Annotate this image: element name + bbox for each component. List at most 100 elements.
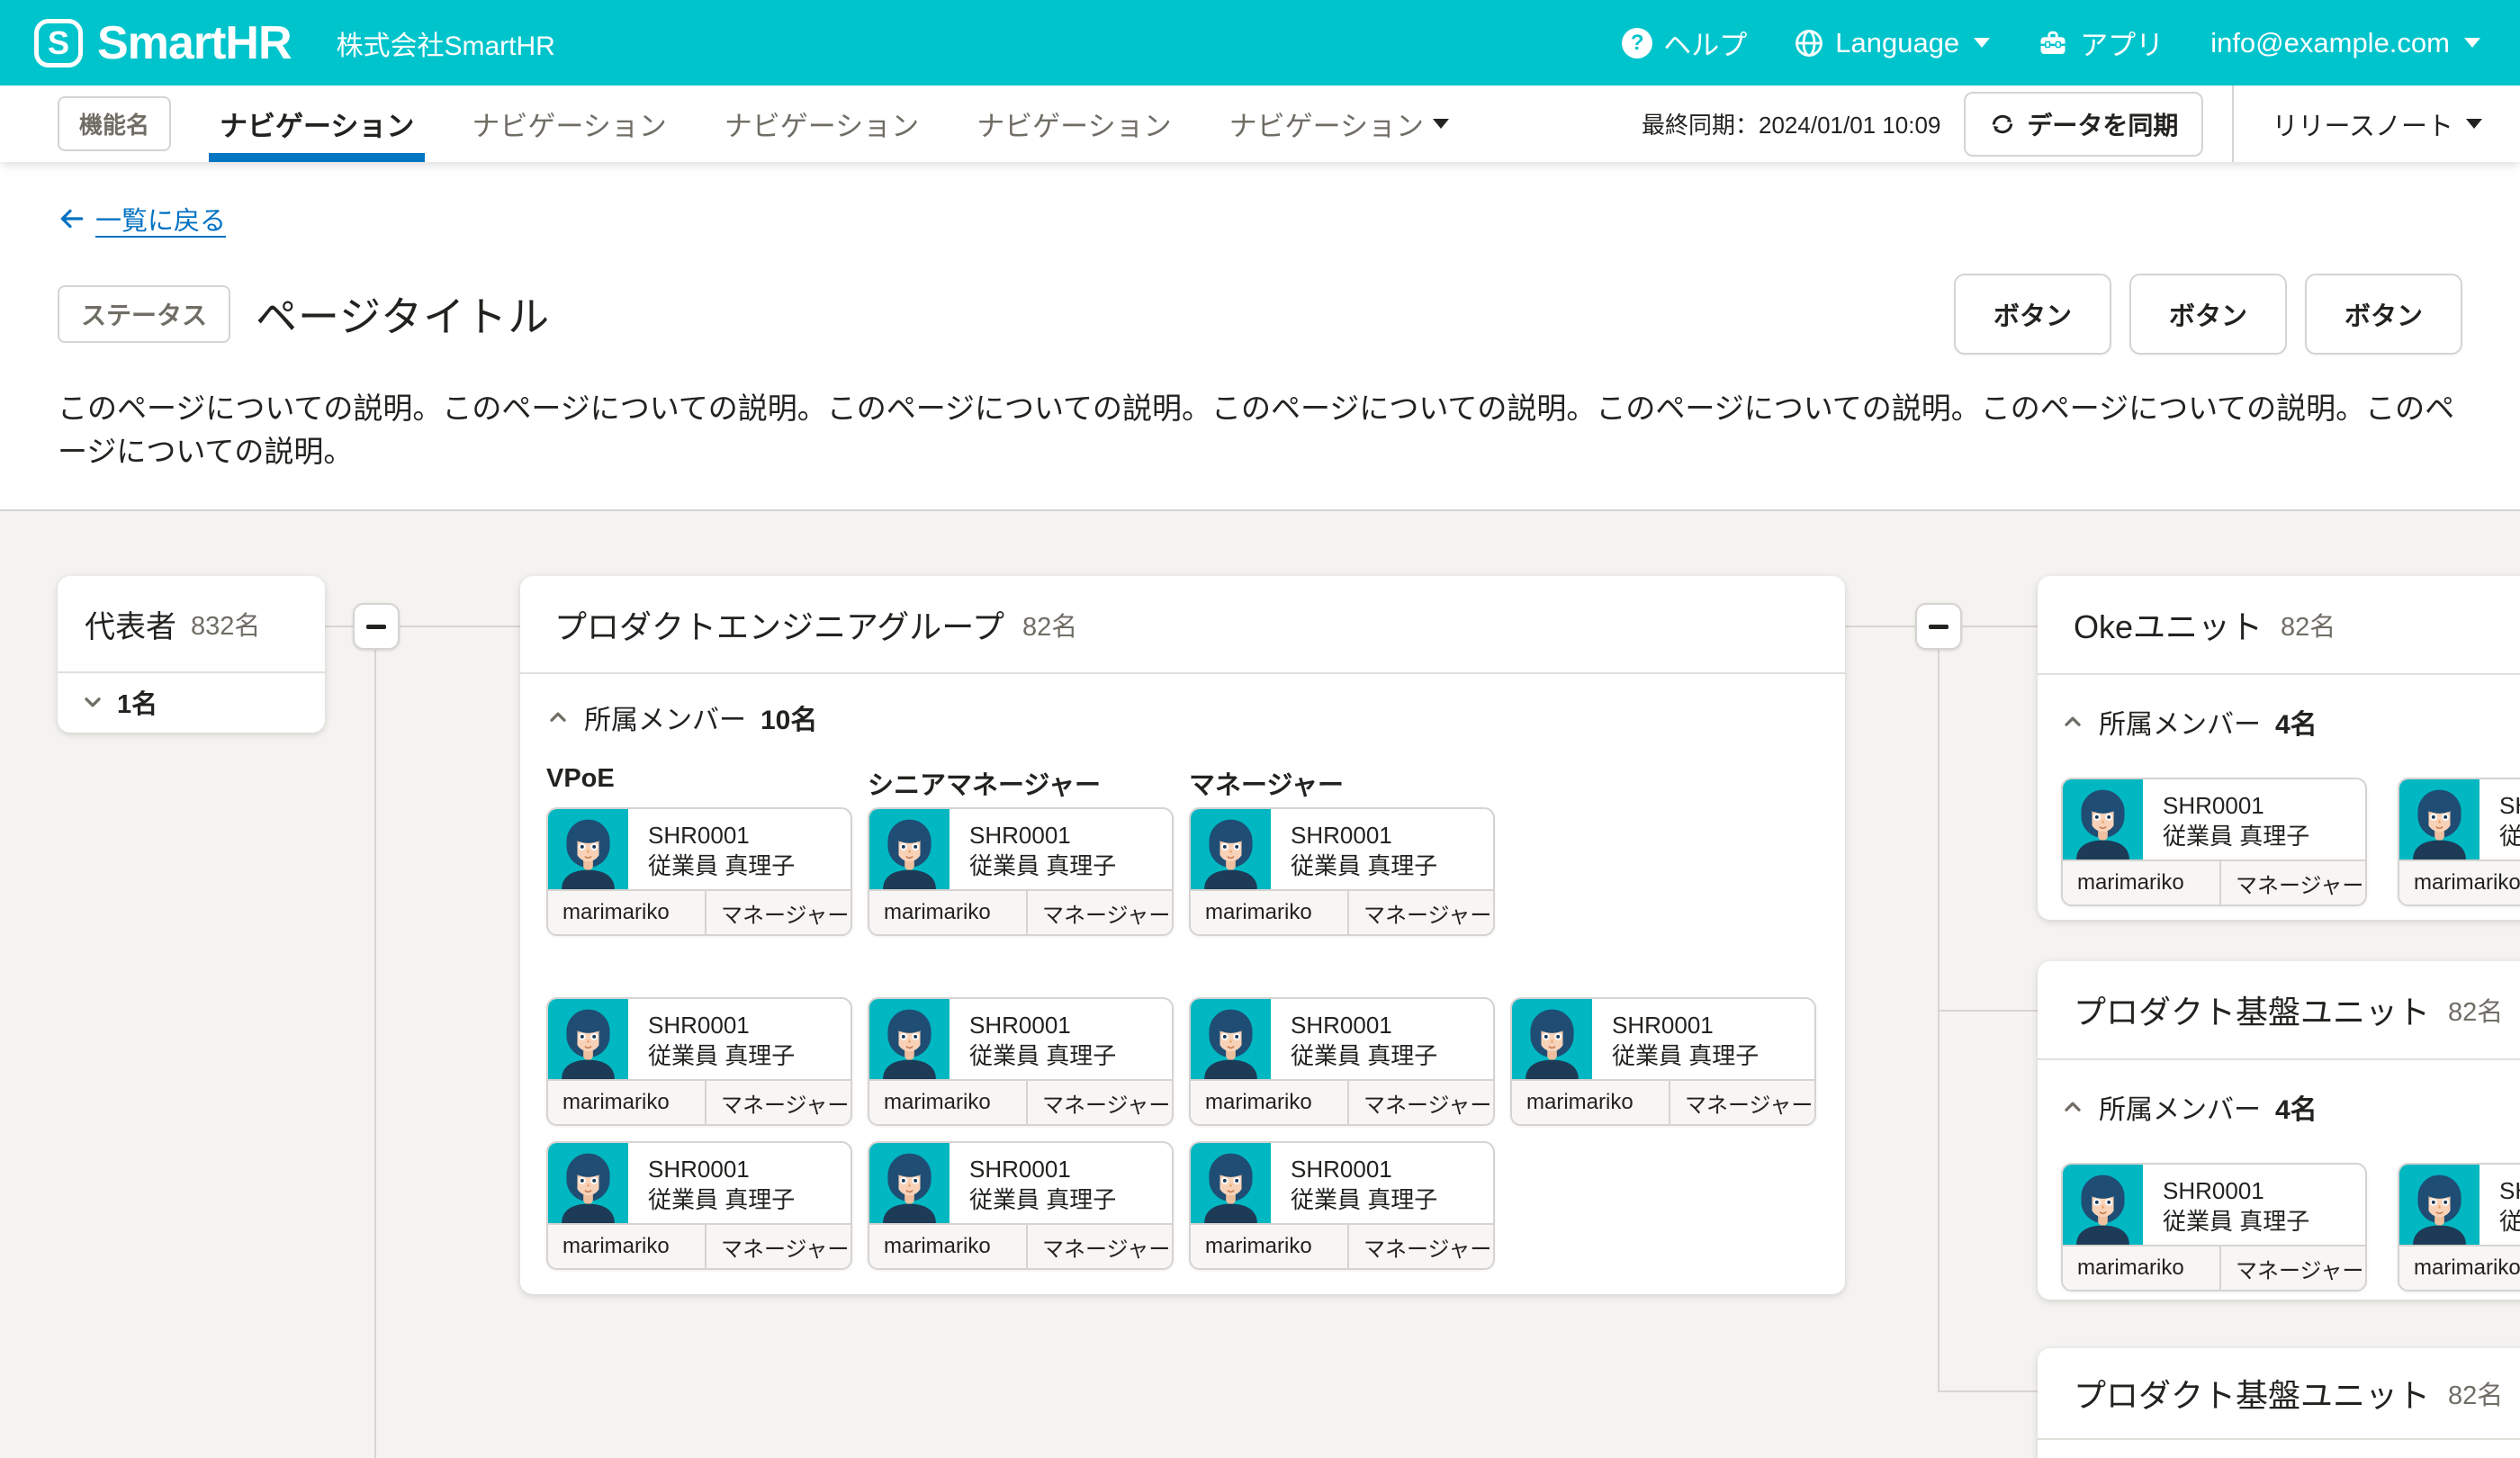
- org-node-title: プロダクト基盤ユニット: [2074, 986, 2430, 1033]
- employee-id: SHR0001: [2499, 790, 2520, 821]
- employee-name: 従業員 真理子: [1291, 850, 1437, 881]
- org-node-body: 所属メンバー 4名: [2038, 675, 2520, 906]
- employee-avatar: [548, 999, 628, 1079]
- org-node-body: 所属メンバー 4名: [2038, 1060, 2520, 1292]
- members-toggle[interactable]: 所属メンバー 10名: [546, 698, 1819, 737]
- employee-avatar: [2399, 779, 2480, 860]
- chevron-down-icon: [2466, 119, 2482, 129]
- page-action-button-3[interactable]: ボタン: [2305, 274, 2462, 355]
- employee-text: SHR0001 従業員 真理子: [628, 999, 795, 1079]
- employee-id: SHR0001: [648, 1154, 795, 1184]
- org-node-root[interactable]: 代表者 832名 1名: [58, 576, 325, 733]
- smarthr-app-window: S SmartHR 株式会社SmartHR ? ヘルプ Language: [0, 0, 2520, 1458]
- apps-menu[interactable]: アプリ: [2037, 22, 2164, 63]
- members-toggle[interactable]: 所属メンバー 4名: [2061, 702, 2520, 742]
- employee-username: marimariko: [2063, 1246, 2221, 1290]
- employee-card[interactable]: SHR0001 従業員 真理子 marimariko マネージャー: [2398, 778, 2520, 906]
- employee-card-top: SHR0001 従業員 真理子: [2063, 1165, 2365, 1245]
- help-label: ヘルプ: [1663, 22, 1747, 63]
- employee-text: SHR0001 従業員 真理子: [628, 809, 795, 889]
- back-to-list-link[interactable]: 一覧に戻る: [58, 200, 226, 238]
- employee-text: SHR0001 従業員 真理子: [628, 1143, 795, 1223]
- employee-id: SHR0001: [1291, 1154, 1437, 1184]
- minus-icon: [366, 625, 386, 629]
- employee-id: SHR0001: [1291, 1010, 1437, 1040]
- language-menu[interactable]: Language: [1794, 27, 1990, 59]
- title-row: ステータス ページタイトル ボタン ボタン ボタン: [58, 274, 2462, 355]
- help-menu[interactable]: ? ヘルプ: [1622, 22, 1747, 63]
- smarthr-logo[interactable]: S SmartHR: [34, 16, 292, 70]
- employee-card-footer: marimariko マネージャー: [1512, 1079, 1814, 1124]
- page-action-button-1[interactable]: ボタン: [1954, 274, 2111, 355]
- global-header: S SmartHR 株式会社SmartHR ? ヘルプ Language: [0, 0, 2520, 86]
- employee-name: 従業員 真理子: [969, 1040, 1116, 1071]
- nav-tab-3[interactable]: ナビゲーション: [714, 86, 930, 162]
- employee-role: マネージャー: [1670, 1081, 1814, 1124]
- employee-card[interactable]: SHR0001 従業員 真理子 marimariko マネージャー: [546, 1141, 852, 1270]
- page-action-button-2[interactable]: ボタン: [2129, 274, 2287, 355]
- org-node-count: 832名: [191, 605, 260, 643]
- employee-text: SHR0001 従業員 真理子: [2143, 1165, 2309, 1245]
- employee-card[interactable]: SHR0001 従業員 真理子 marimariko マネージャー: [1189, 807, 1495, 936]
- role-column: VPoE SHR0001 従: [546, 764, 852, 936]
- employee-card[interactable]: SHR0001 従業員 真理子 marimariko マネージャー: [868, 1141, 1174, 1270]
- employee-role: マネージャー: [706, 1225, 850, 1268]
- employee-card[interactable]: SHR0001 従業員 真理子 marimariko マネージャー: [2061, 778, 2367, 906]
- employee-card-footer: marimariko マネージャー: [548, 889, 850, 934]
- org-node-title-row: プロダクト基盤ユニット 82名: [2038, 1348, 2520, 1440]
- employee-avatar: [1191, 809, 1271, 889]
- sync-data-button[interactable]: データを同期: [1964, 92, 2203, 157]
- employee-name: 従業員 真理子: [969, 1184, 1116, 1215]
- nav-tab-5[interactable]: ナビゲーション: [1219, 86, 1460, 162]
- org-node-title: Okeユニット: [2074, 601, 2263, 648]
- employee-id: SHR0001: [648, 820, 795, 850]
- nav-tab-4[interactable]: ナビゲーション: [966, 86, 1182, 162]
- brand-name: SmartHR: [97, 16, 292, 70]
- members-count: 4名: [2275, 1087, 2318, 1127]
- employee-card[interactable]: SHR0001 従業員 真理子 marimariko マネージャー: [1510, 997, 1816, 1126]
- employee-card[interactable]: SHR0001 従業員 真理子 marimariko マネージャー: [2061, 1163, 2367, 1292]
- role-label: シニアマネージャー: [868, 764, 1174, 795]
- release-notes-menu[interactable]: リリースノート: [2234, 105, 2520, 143]
- account-menu[interactable]: info@example.com: [2210, 27, 2480, 59]
- globe-icon: [1794, 28, 1824, 58]
- collapse-node-button[interactable]: [1915, 603, 1962, 650]
- role-label: VPoE: [546, 764, 852, 795]
- employee-card[interactable]: SHR0001 従業員 真理子 marimariko マネージャー: [546, 997, 852, 1126]
- feature-name-badge: 機能名: [58, 96, 171, 151]
- org-node-unit-2[interactable]: プロダクト基盤ユニット 82名 所属メンバー 4名: [2038, 961, 2520, 1300]
- employee-card[interactable]: SHR0001 従業員 真理子 marimariko マネージャー: [2398, 1163, 2520, 1292]
- org-node-title-row: プロダクトエンジニアグループ 82名: [520, 576, 1845, 674]
- employee-name: 従業員 真理子: [1291, 1040, 1437, 1071]
- org-node-group[interactable]: プロダクトエンジニアグループ 82名 所属メンバー 10名 VPoE: [520, 576, 1845, 1294]
- org-node-unit-1[interactable]: Okeユニット 82名 所属メンバー 4名: [2038, 576, 2520, 920]
- members-toggle[interactable]: 所属メンバー 4名: [2061, 1087, 2520, 1127]
- nav-tab-1[interactable]: ナビゲーション: [209, 86, 425, 162]
- page-action-buttons: ボタン ボタン ボタン: [1954, 274, 2462, 355]
- nav-tab-2[interactable]: ナビゲーション: [461, 86, 677, 162]
- nav-right: 最終同期：2024/01/01 10:09 データを同期 リリースノート: [1642, 86, 2520, 162]
- employee-role: マネージャー: [1028, 1225, 1172, 1268]
- org-node-unit-3[interactable]: プロダクト基盤ユニット 82名: [2038, 1348, 2520, 1458]
- employee-username: marimariko: [1191, 1225, 1349, 1268]
- employee-id: SHR0001: [2163, 1175, 2309, 1206]
- employee-card[interactable]: SHR0001 従業員 真理子 marimariko マネージャー: [1189, 1141, 1495, 1270]
- employee-card[interactable]: SHR0001 従業員 真理子 marimariko マネージャー: [546, 807, 852, 936]
- release-notes-label: リリースノート: [2272, 105, 2453, 143]
- employee-card[interactable]: SHR0001 従業員 真理子 marimariko マネージャー: [868, 997, 1174, 1126]
- employee-card-footer: marimariko マネージャー: [1191, 1223, 1493, 1268]
- org-chart-canvas[interactable]: 代表者 832名 1名 プロダクトエンジニアグループ 82名: [0, 509, 2520, 1458]
- employee-card[interactable]: SHR0001 従業員 真理子 marimariko マネージャー: [868, 807, 1174, 936]
- root-members-toggle[interactable]: 1名: [58, 673, 325, 731]
- org-node-count: 82名: [2281, 606, 2336, 644]
- employee-role: マネージャー: [1028, 891, 1172, 934]
- unit-member-cards: SHR0001 従業員 真理子 marimariko マネージャー: [2061, 778, 2520, 906]
- role-column: マネージャー SHR0001: [1189, 764, 1495, 936]
- employee-card-top: SHR0001 従業員 真理子: [869, 999, 1172, 1079]
- org-node-count: 82名: [1022, 606, 1077, 644]
- collapse-node-button[interactable]: [353, 603, 400, 650]
- members-grid: SHR0001 従業員 真理子 marimariko マネージャー: [546, 997, 1819, 1270]
- employee-card[interactable]: SHR0001 従業員 真理子 marimariko マネージャー: [1189, 997, 1495, 1126]
- employee-avatar: [869, 1143, 950, 1223]
- employee-avatar: [869, 999, 950, 1079]
